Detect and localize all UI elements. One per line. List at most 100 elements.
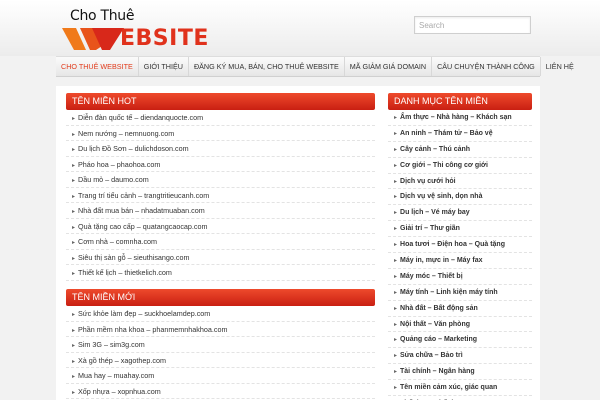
list-item: ▸ Mua hay – muahay.com [66, 368, 375, 384]
nav-item-cho-thue-website[interactable]: CHO THUÊ WEBSITE [56, 57, 139, 76]
arrow-right-icon: ▸ [394, 226, 398, 233]
arrow-right-icon: ▸ [72, 178, 76, 184]
list-item: ▸ Tên miền cảm xúc, giác quan [388, 380, 532, 397]
arrow-right-icon: ▸ [394, 162, 398, 169]
list-item: ▸ Trang trí tiểu cảnh – trangtritieucanh.… [66, 188, 375, 203]
arrow-right-icon: ▸ [394, 289, 398, 296]
nav-item-dang-ky[interactable]: ĐĂNG KÝ MUA, BÁN, CHO THUÊ WEBSITE [189, 57, 345, 76]
list-item-link[interactable]: Nem nướng – nemnuong.com [78, 129, 174, 138]
list-item-link[interactable]: Du lịch Đồ Sơn – dulichdoson.com [78, 144, 189, 153]
arrow-right-icon: ▸ [394, 178, 398, 185]
list-item: ▸ Du lịch – Vé máy bay [388, 205, 532, 222]
list-item: ▸ Quảng cáo – Marketing [388, 332, 532, 349]
list-item-link[interactable]: Sức khỏe làm đẹp – suckhoelamdep.com [78, 309, 210, 318]
nav-item-gioi-thieu[interactable]: GIỚI THIỆU [139, 57, 189, 76]
list-item-link[interactable]: Xà gồ thép – xagothep.com [78, 356, 166, 365]
list-item: ▸ Sức khỏe làm đẹp – suckhoelamdep.com [66, 306, 375, 322]
logo-top-text: Cho Thuê [70, 8, 135, 24]
arrow-right-icon: ▸ [72, 389, 76, 396]
list-item: ▸ Dịch vụ vệ sinh, dọn nhà [388, 189, 532, 206]
arrow-right-icon: ▸ [72, 312, 76, 318]
list-item: ▸ Hoa tươi – Điện hoa – Quà tặng [388, 237, 532, 254]
list-item-link[interactable]: Máy móc – Thiết bị [400, 273, 463, 280]
list-item-link[interactable]: Sửa chữa – Bảo trì [400, 352, 463, 359]
categories-title: DANH MỤC TÊN MIỀN [388, 93, 532, 110]
list-item-link[interactable]: Cây cảnh – Thú cảnh [400, 146, 470, 153]
arrow-right-icon: ▸ [394, 353, 398, 360]
logo-word: EBSITE [120, 26, 209, 51]
arrow-right-icon: ▸ [394, 305, 398, 312]
list-item: ▸ Cơ giới – Thi công cơ giới [388, 158, 532, 174]
list-item-link[interactable]: Nhà đất – Bất động sản [400, 305, 478, 312]
list-item-link[interactable]: Nhà đất mua bán – nhadatmuaban.com [78, 206, 205, 215]
categories-list: ▸ Ẩm thực – Nhà hàng – Khách sạn ▸ An ninh … [388, 110, 532, 400]
list-item-link[interactable]: Siêu thị sàn gỗ – sieuthisango.com [78, 253, 189, 262]
list-item: ▸ Nhà đất – Bất động sản [388, 301, 532, 317]
categories-box: DANH MỤC TÊN MIỀN ▸ Ẩm thực – Nhà hàng – … [388, 93, 532, 400]
nav-item-ma-giam-gia[interactable]: MÃ GIẢM GIÁ DOMAIN [345, 57, 433, 76]
arrow-right-icon: ▸ [72, 147, 76, 153]
list-item-link[interactable]: Phần mềm nha khoa – phanmemnhakhoa.com [78, 325, 227, 334]
list-item: ▸ Pháo hoa – phaohoa.com [66, 157, 375, 172]
arrow-right-icon: ▸ [394, 242, 398, 249]
list-item: ▸ Máy tính – Linh kiện máy tính [388, 285, 532, 301]
list-item-link[interactable]: Quảng cáo – Marketing [400, 336, 477, 343]
list-item: ▸ Siêu thị sàn gỗ – sieuthisango.com [66, 250, 375, 265]
nav-item-lien-he[interactable]: LIÊN HỆ [541, 57, 579, 76]
arrow-right-icon: ▸ [394, 337, 398, 344]
nav-item-cau-chuyen[interactable]: CÂU CHUYỆN THÀNH CÔNG [432, 57, 541, 76]
list-item: ▸ Xốp nhựa – xopnhua.com [66, 384, 375, 399]
list-item-link[interactable]: Diễn đàn quốc tế – diendanquocte.com [78, 113, 203, 122]
list-item: ▸ Dầu mỏ – daumo.com [66, 172, 375, 188]
list-item-link[interactable]: Tài chính – Ngân hàng [400, 368, 475, 375]
list-item-link[interactable]: Thiết kế lịch – thietkelich.com [78, 268, 172, 277]
arrow-right-icon: ▸ [72, 162, 76, 169]
list-item-link[interactable]: Cơ giới – Thi công cơ giới [400, 162, 488, 169]
list-item: ▸ Diễn đàn quốc tế – diendanquocte.com [66, 110, 375, 126]
list-item-link[interactable]: Sim 3G – sim3g.com [78, 340, 145, 349]
list-item-link[interactable]: Mua hay – muahay.com [78, 371, 154, 380]
hot-domains-list: ▸ Diễn đàn quốc tế – diendanquocte.com ▸ Ne… [66, 110, 375, 281]
arrow-right-icon: ▸ [394, 146, 398, 153]
list-item: ▸ Nhà đất mua bán – nhadatmuaban.com [66, 203, 375, 219]
list-item-link[interactable]: Pháo hoa – phaohoa.com [78, 160, 160, 169]
list-item: ▸ Nội thất – Văn phòng [388, 317, 532, 333]
list-item-link[interactable]: Xốp nhựa – xopnhua.com [78, 387, 161, 396]
arrow-right-icon: ▸ [72, 240, 76, 246]
list-item-link[interactable]: Ẩm thực – Nhà hàng – Khách sạn [400, 114, 512, 121]
list-item-link[interactable]: Du lịch – Vé máy bay [400, 209, 470, 216]
arrow-right-icon: ▸ [72, 193, 76, 200]
search-input[interactable] [414, 16, 531, 34]
list-item-link[interactable]: Nội thất – Văn phòng [400, 321, 470, 328]
arrow-right-icon: ▸ [72, 327, 76, 334]
list-item-link[interactable]: Máy in, mực in – Máy fax [400, 257, 483, 264]
list-item-link[interactable]: Quà tặng cao cấp – quatangcaocap.com [78, 222, 207, 231]
arrow-right-icon: ▸ [72, 116, 76, 122]
list-item: ▸ Cơm nhà – comnha.com [66, 234, 375, 250]
list-item-link[interactable]: Tên miền cảm xúc, giác quan [400, 384, 497, 391]
list-item-link[interactable]: Máy tính – Linh kiện máy tính [400, 289, 498, 296]
site-logo[interactable]: Cho Thuê EBSITE [62, 4, 232, 54]
sidebar: DANH MỤC TÊN MIỀN ▸ Ẩm thực – Nhà hàng – … [383, 86, 540, 400]
list-item-link[interactable]: Dầu mỏ – daumo.com [78, 175, 149, 184]
list-item-link[interactable]: Dịch vụ vệ sinh, dọn nhà [400, 193, 482, 200]
main-content: TÊN MIỀN HOT ▸ Diễn đàn quốc tế – diendan… [56, 86, 392, 400]
list-item-link[interactable]: Trang trí tiểu cảnh – trangtritieucanh.c… [78, 191, 209, 200]
list-item: ▸ An ninh – Thám tử – Bảo vệ [388, 126, 532, 142]
list-item-link[interactable]: Giải trí – Thư giãn [400, 225, 460, 232]
arrow-right-icon: ▸ [72, 358, 76, 365]
list-item-link[interactable]: Dịch vụ cưới hỏi [400, 178, 456, 185]
arrow-right-icon: ▸ [394, 369, 398, 376]
list-item: ▸ Nem nướng – nemnuong.com [66, 126, 375, 141]
arrow-right-icon: ▸ [394, 321, 398, 328]
list-item: ▸ Cây cảnh – Thú cảnh [388, 142, 532, 158]
list-item-link[interactable]: An ninh – Thám tử – Bảo vệ [400, 130, 493, 137]
arrow-right-icon: ▸ [394, 115, 398, 121]
list-item: ▸ Máy móc – Thiết bị [388, 269, 532, 285]
list-item-link[interactable]: Hoa tươi – Điện hoa – Quà tặng [400, 241, 505, 248]
arrow-right-icon: ▸ [72, 343, 76, 349]
list-item: ▸ Sửa chữa – Bảo trì [388, 348, 532, 365]
list-item-link[interactable]: Cơm nhà – comnha.com [78, 237, 157, 246]
list-item: ▸ Máy in, mực in – Máy fax [388, 253, 532, 269]
arrow-right-icon: ▸ [394, 210, 398, 217]
